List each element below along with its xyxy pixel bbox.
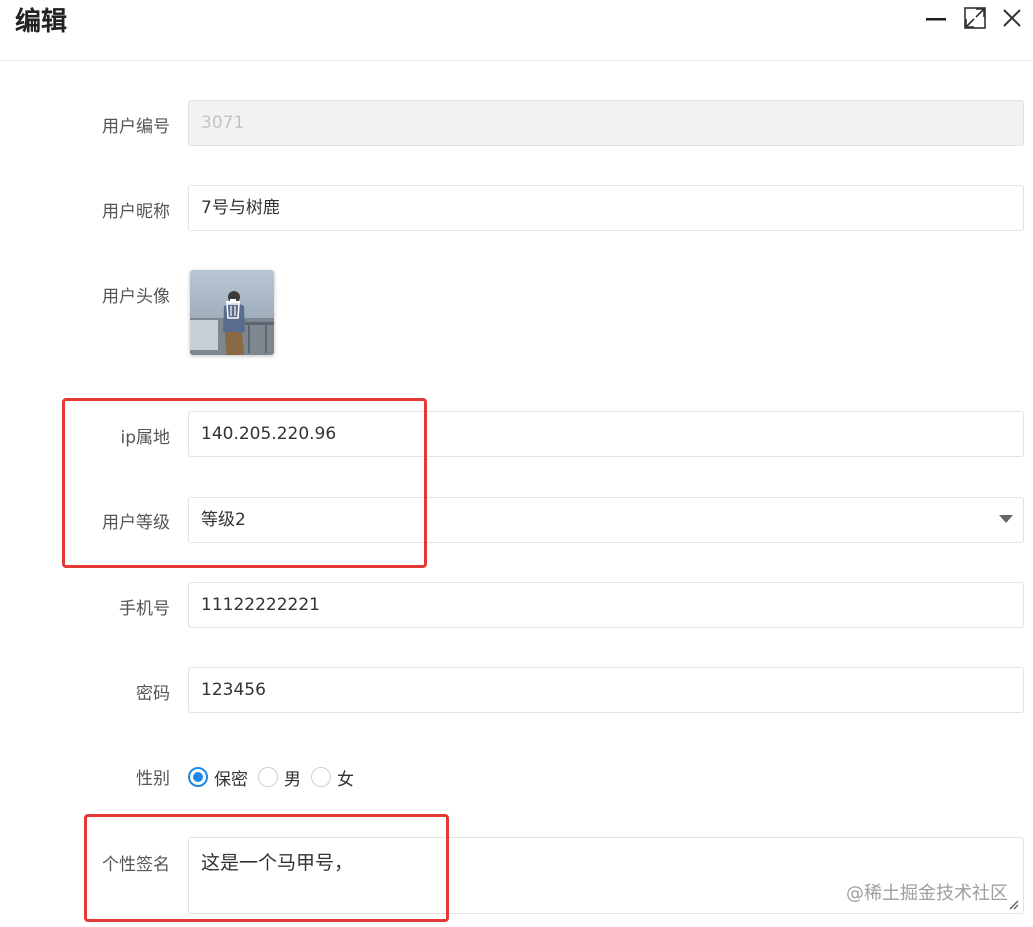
edit-dialog: 编辑 用户编号 3071 用户昵称 7号与树鹿 用户头像 ip属地 140.20… [0, 0, 1033, 927]
gender-option-female[interactable]: 女 [311, 765, 354, 790]
watermark: @稀土掘金技术社区 [846, 883, 1008, 904]
level-select[interactable]: 等级2 [188, 497, 1024, 543]
ip-field[interactable]: 140.205.220.96 [188, 411, 1024, 457]
user-id-label: 用户编号 [102, 117, 170, 137]
minimize-button[interactable] [925, 6, 949, 30]
avatar-image[interactable] [190, 270, 274, 355]
ip-label: ip属地 [120, 428, 170, 448]
gender-option-male[interactable]: 男 [258, 765, 301, 790]
delete-icon[interactable] [224, 298, 242, 320]
phone-label: 手机号 [119, 599, 170, 619]
signature-text: 这是一个马甲号， [201, 852, 354, 874]
gender-option-secret[interactable]: 保密 [188, 765, 248, 790]
password-field[interactable]: 123456 [188, 667, 1024, 713]
gender-option-label: 男 [284, 769, 301, 790]
gender-radio-group: 保密 男 女 [188, 764, 364, 790]
phone-field[interactable]: 11122222221 [188, 582, 1024, 628]
gender-option-label: 保密 [214, 769, 248, 790]
minimize-icon [926, 18, 946, 21]
close-button[interactable] [1000, 6, 1024, 30]
radio-unchecked-icon[interactable] [311, 767, 331, 787]
level-label: 用户等级 [102, 513, 170, 533]
nickname-field[interactable]: 7号与树鹿 [188, 185, 1024, 231]
gender-option-label: 女 [337, 769, 354, 790]
radio-unchecked-icon[interactable] [258, 767, 278, 787]
nickname-label: 用户昵称 [102, 202, 170, 222]
dialog-header: 编辑 [0, 0, 1033, 61]
signature-label: 个性签名 [102, 855, 170, 875]
radio-checked-icon[interactable] [188, 767, 208, 787]
maximize-icon [964, 7, 986, 29]
resize-handle-icon[interactable] [1007, 898, 1019, 910]
close-icon [1003, 9, 1021, 27]
avatar-label: 用户头像 [102, 287, 170, 307]
user-id-field[interactable]: 3071 [188, 100, 1024, 146]
gender-label: 性别 [136, 769, 170, 789]
dialog-title: 编辑 [15, 7, 68, 37]
password-label: 密码 [136, 684, 170, 704]
chevron-down-icon[interactable] [999, 515, 1013, 523]
maximize-button[interactable] [963, 6, 987, 30]
